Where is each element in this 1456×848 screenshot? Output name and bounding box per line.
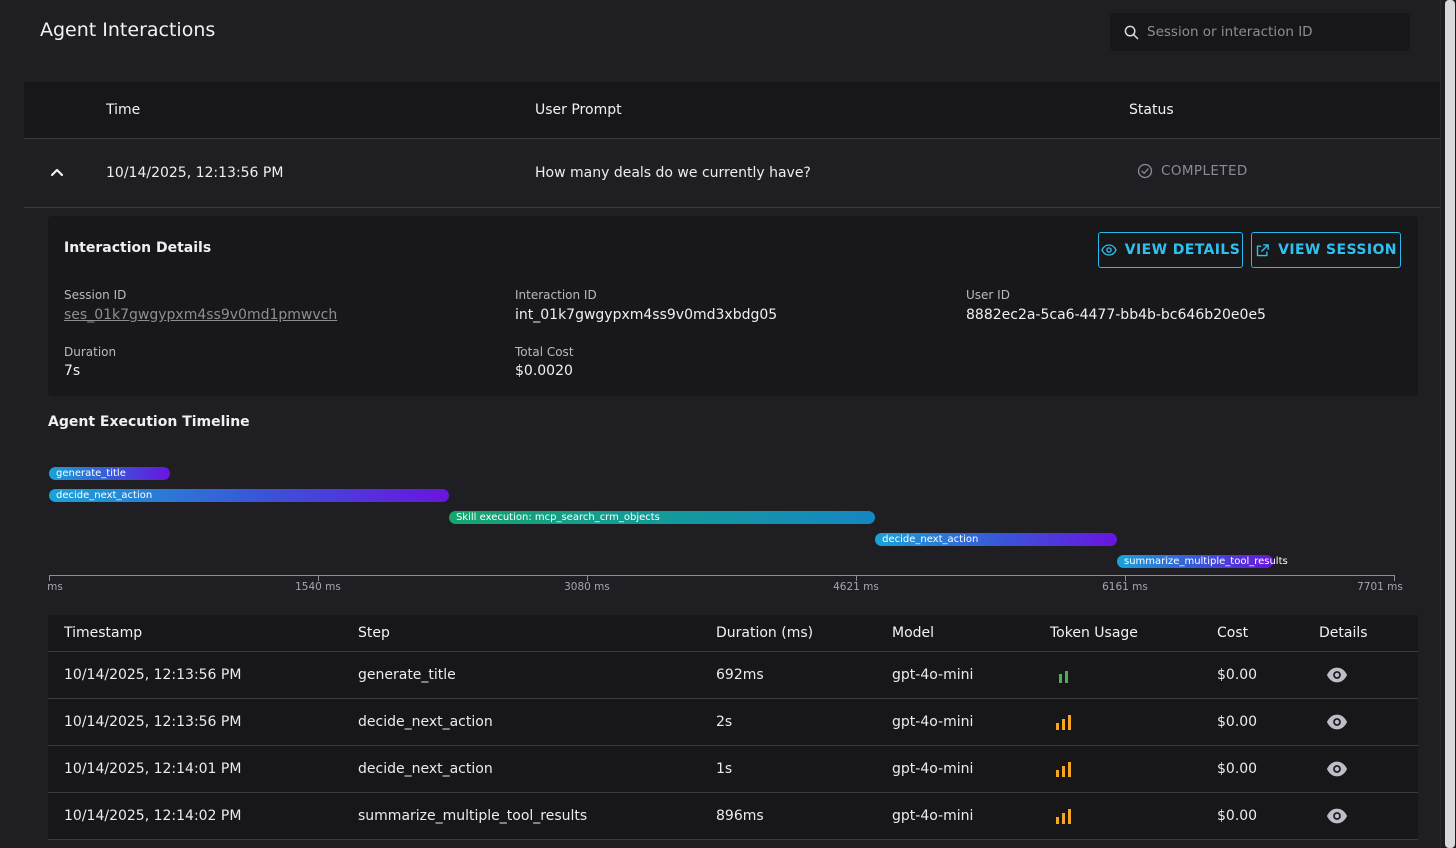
timeline-span[interactable]: decide_next_action (49, 489, 449, 502)
step-timestamp: 10/14/2025, 12:13:56 PM (64, 714, 242, 730)
table-row[interactable]: 10/14/2025, 12:13:56 PM decide_next_actio… (48, 699, 1418, 746)
search-box[interactable] (1110, 13, 1410, 51)
page-title: Agent Interactions (40, 19, 216, 41)
timeline-span[interactable]: decide_next_action (875, 533, 1117, 546)
scrollbar[interactable] (1440, 0, 1456, 848)
axis-tick-label: 3080 ms (564, 581, 610, 593)
duration-value: 7s (64, 363, 81, 379)
interaction-id-label: Interaction ID (515, 288, 597, 302)
step-timestamp: 10/14/2025, 12:14:01 PM (64, 761, 242, 777)
token-usage-icon (1056, 809, 1071, 824)
timeline-axis (49, 575, 1394, 576)
scrollbar-thumb[interactable] (1445, 0, 1455, 848)
eye-icon[interactable] (1326, 807, 1348, 825)
step-duration: 1s (716, 761, 733, 777)
step-model: gpt-4o-mini (892, 808, 974, 824)
step-duration: 692ms (716, 667, 764, 683)
chevron-up-icon[interactable] (50, 165, 64, 179)
eye-icon (1101, 244, 1117, 256)
axis-tick-label: 1540 ms (295, 581, 341, 593)
header-duration[interactable]: Duration (ms) (716, 625, 813, 641)
step-name: generate_title (358, 667, 456, 683)
step-cost: $0.00 (1217, 761, 1258, 777)
status-badge: COMPLETED (1137, 163, 1248, 179)
axis-tick-label: ms (47, 581, 63, 593)
eye-icon[interactable] (1326, 666, 1348, 684)
search-icon (1124, 25, 1139, 39)
axis-tick-label: 7701 ms (1357, 581, 1403, 593)
check-circle-icon (1137, 163, 1153, 179)
step-duration: 896ms (716, 808, 764, 824)
interaction-row[interactable]: 10/14/2025, 12:13:56 PM How many deals d… (24, 139, 1440, 208)
session-id-label: Session ID (64, 288, 127, 302)
interaction-time: 10/14/2025, 12:13:56 PM (106, 165, 284, 181)
step-timestamp: 10/14/2025, 12:14:02 PM (64, 808, 242, 824)
view-details-button[interactable]: VIEW DETAILS (1098, 232, 1243, 268)
user-id-value: 8882ec2a-5ca6-4477-bb4b-bc646b20e0e5 (966, 307, 1266, 323)
total-cost-label: Total Cost (515, 345, 574, 359)
header-details: Details (1319, 625, 1368, 641)
timeline-span[interactable]: generate_title (49, 467, 170, 480)
token-usage-icon (1059, 671, 1068, 683)
table-row[interactable]: 10/14/2025, 12:14:01 PM decide_next_actio… (48, 746, 1418, 793)
interaction-details-card: Interaction Details VIEW DETAILS VIEW SE… (48, 216, 1418, 396)
timeline-title: Agent Execution Timeline (48, 414, 250, 430)
token-usage-icon (1056, 762, 1071, 777)
header-user-prompt[interactable]: User Prompt (535, 102, 622, 118)
step-model: gpt-4o-mini (892, 761, 974, 777)
table-row[interactable]: 10/14/2025, 12:14:02 PM summarize_multipl… (48, 793, 1418, 840)
step-cost: $0.00 (1217, 714, 1258, 730)
header-timestamp[interactable]: Timestamp (64, 625, 142, 641)
step-model: gpt-4o-mini (892, 714, 974, 730)
interactions-table-header: Time User Prompt Status (24, 82, 1440, 139)
timeline-span[interactable]: summarize_multiple_tool_results (1117, 555, 1288, 568)
status-label: COMPLETED (1161, 163, 1248, 179)
total-cost-value: $0.0020 (515, 363, 573, 379)
step-name: decide_next_action (358, 761, 493, 777)
header-token-usage[interactable]: Token Usage (1050, 625, 1138, 641)
header-cost[interactable]: Cost (1217, 625, 1248, 641)
axis-tick-label: 6161 ms (1102, 581, 1148, 593)
session-id-link[interactable]: ses_01k7gwgypxm4ss9v0md1pmwvch (64, 307, 337, 323)
eye-icon[interactable] (1326, 713, 1348, 731)
user-id-label: User ID (966, 288, 1010, 302)
view-session-button[interactable]: VIEW SESSION (1251, 232, 1401, 268)
header-step[interactable]: Step (358, 625, 390, 641)
table-row[interactable]: 10/14/2025, 12:13:56 PM generate_title 692… (48, 652, 1418, 699)
details-title: Interaction Details (64, 240, 212, 256)
header-time[interactable]: Time (106, 102, 140, 118)
step-cost: $0.00 (1217, 667, 1258, 683)
steps-table-header: Timestamp Step Duration (ms) Model Token… (48, 615, 1418, 652)
steps-table: Timestamp Step Duration (ms) Model Token… (48, 615, 1418, 840)
header-model[interactable]: Model (892, 625, 934, 641)
step-duration: 2s (716, 714, 733, 730)
view-session-label: VIEW SESSION (1278, 242, 1397, 258)
step-cost: $0.00 (1217, 808, 1258, 824)
axis-tick-label: 4621 ms (833, 581, 879, 593)
search-input[interactable] (1147, 24, 1387, 40)
step-name: decide_next_action (358, 714, 493, 730)
step-timestamp: 10/14/2025, 12:13:56 PM (64, 667, 242, 683)
timeline-span[interactable]: Skill execution: mcp_search_crm_objects (448, 511, 876, 524)
step-name: summarize_multiple_tool_results (358, 808, 588, 824)
view-details-label: VIEW DETAILS (1124, 242, 1241, 258)
external-link-icon (1256, 243, 1269, 256)
interaction-id-value: int_01k7gwgypxm4ss9v0md3xbdg05 (515, 307, 778, 323)
interaction-prompt: How many deals do we currently have? (535, 165, 811, 181)
eye-icon[interactable] (1326, 760, 1348, 778)
duration-label: Duration (64, 345, 117, 359)
header-status[interactable]: Status (1129, 102, 1174, 118)
step-model: gpt-4o-mini (892, 667, 974, 683)
execution-timeline: generate_title decide_next_action Skill ex… (47, 455, 1418, 605)
token-usage-icon (1056, 715, 1071, 730)
